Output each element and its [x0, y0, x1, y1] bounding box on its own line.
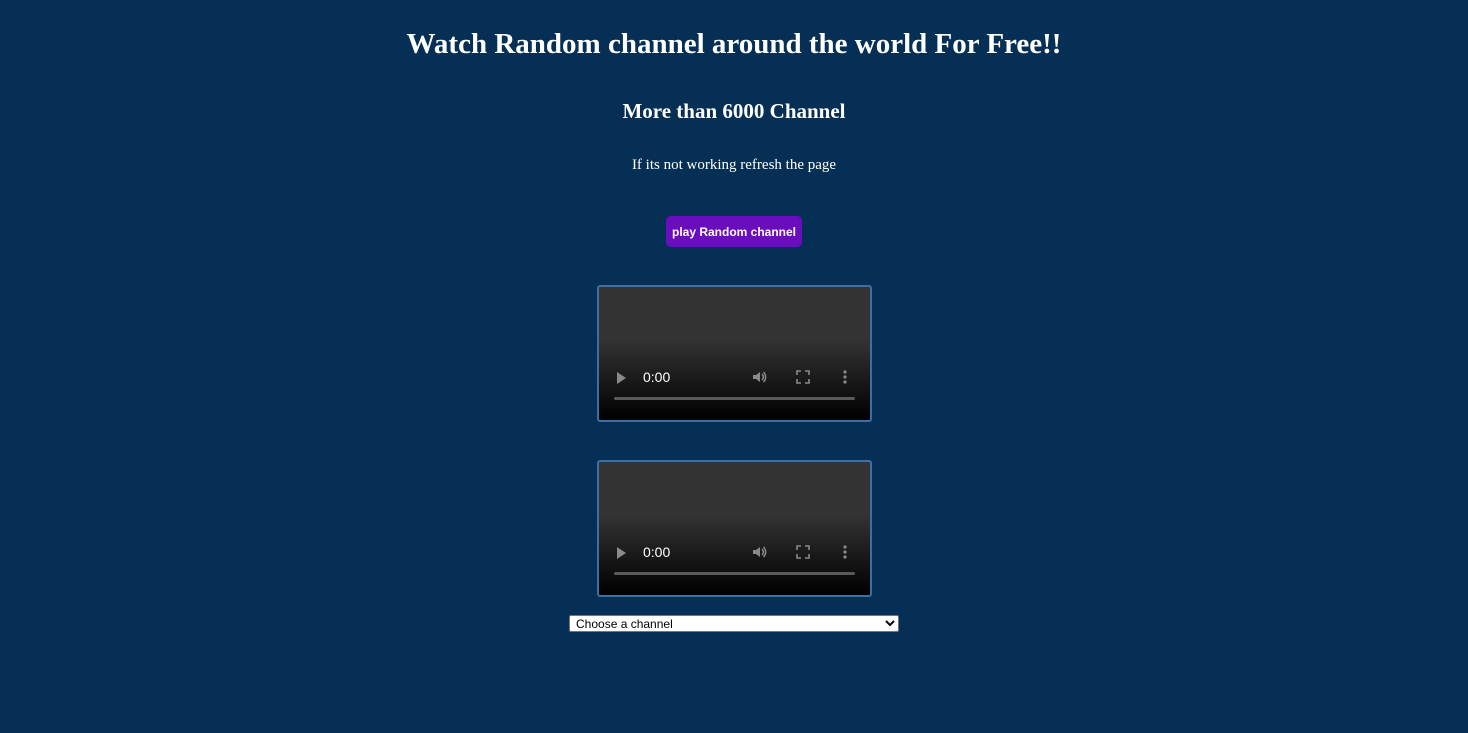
video-player-2[interactable]: 0:00: [597, 460, 872, 597]
play-random-channel-button[interactable]: play Random channel: [666, 216, 802, 247]
video-controls: 0:00: [599, 367, 870, 387]
current-time: 0:00: [643, 544, 671, 560]
video-player-1[interactable]: 0:00: [597, 285, 872, 422]
video-progress-bar[interactable]: [614, 572, 855, 575]
play-icon[interactable]: [617, 547, 626, 559]
page-subtitle: More than 6000 Channel: [622, 99, 846, 123]
channel-select[interactable]: Choose a channel: [569, 615, 899, 632]
refresh-note: If its not working refresh the page: [631, 157, 837, 173]
video-progress-bar[interactable]: [614, 397, 855, 400]
volume-icon[interactable]: [751, 542, 767, 562]
volume-icon[interactable]: [751, 367, 767, 387]
current-time: 0:00: [643, 369, 671, 385]
video-controls: 0:00: [599, 542, 870, 562]
fullscreen-icon[interactable]: [796, 542, 812, 562]
more-options-icon[interactable]: [843, 542, 853, 562]
page: Watch Random channel around the world Fo…: [0, 0, 1468, 733]
more-options-icon[interactable]: [843, 367, 853, 387]
page-title: Watch Random channel around the world Fo…: [406, 28, 1062, 60]
play-icon[interactable]: [617, 372, 626, 384]
fullscreen-icon[interactable]: [796, 367, 812, 387]
